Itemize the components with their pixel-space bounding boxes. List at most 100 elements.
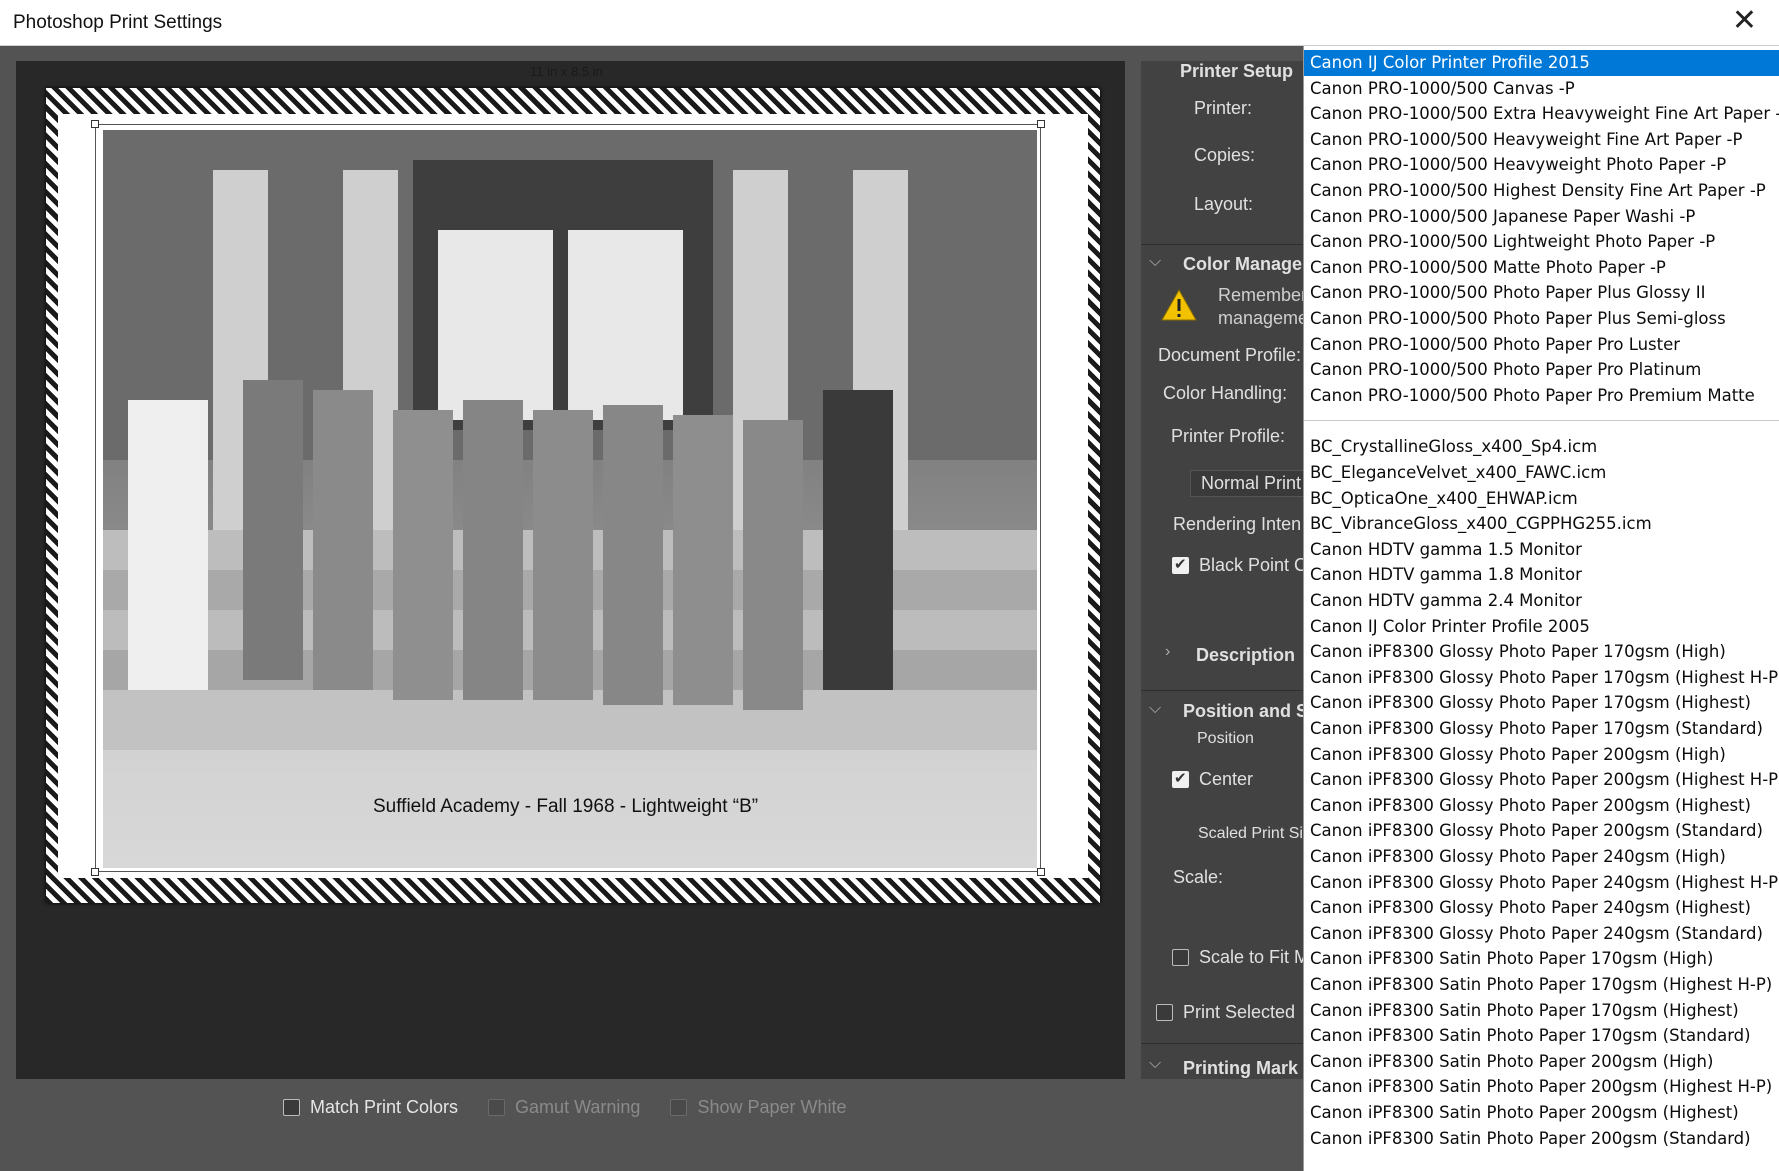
profile-option[interactable]: Canon iPF8300 Satin Photo Paper 200gsm (…	[1304, 1126, 1779, 1152]
profile-option[interactable]: Canon PRO-1000/500 Extra Heavyweight Fin…	[1304, 101, 1779, 127]
profile-option[interactable]: Canon PRO-1000/500 Photo Paper Pro Premi…	[1304, 383, 1779, 409]
checkbox-label: Gamut Warning	[515, 1097, 641, 1117]
profile-option[interactable]: Canon iPF8300 Glossy Photo Paper 200gsm …	[1304, 767, 1779, 793]
collapse-chevron-icon[interactable]: ⌵	[1149, 1055, 1161, 1073]
profile-option[interactable]: Canon iPF8300 Glossy Photo Paper 240gsm …	[1304, 921, 1779, 947]
checkbox-label: Match Print Colors	[310, 1097, 459, 1117]
preview-options: Match Print Colors Gamut Warning Show Pa…	[283, 1097, 847, 1118]
profile-option[interactable]: Canon iPF8300 Satin Photo Paper 200gsm (…	[1304, 1049, 1779, 1075]
profile-option[interactable]: Canon PRO-1000/500 Japanese Paper Washi …	[1304, 204, 1779, 230]
checkbox-icon[interactable]	[1156, 1004, 1173, 1021]
match-print-colors-checkbox[interactable]: Match Print Colors	[283, 1097, 458, 1118]
scale-label: Scale:	[1173, 867, 1224, 887]
resize-handle-bottom-right[interactable]	[1037, 868, 1045, 876]
description-heading[interactable]: Description	[1196, 645, 1295, 666]
profile-option[interactable]: Canon iPF8300 Glossy Photo Paper 200gsm …	[1304, 742, 1779, 768]
print-selected-area-checkbox[interactable]: Print Selected	[1156, 1002, 1295, 1023]
copies-label: Copies:	[1194, 145, 1256, 165]
paper-size-label: 11 in x 8.5 in	[530, 64, 603, 79]
collapse-chevron-icon[interactable]: ⌵	[1149, 253, 1161, 271]
show-paper-white-checkbox[interactable]: Show Paper White	[670, 1097, 847, 1118]
profile-option[interactable]: Canon iPF8300 Glossy Photo Paper 240gsm …	[1304, 844, 1779, 870]
profile-option[interactable]: Canon PRO-1000/500 Highest Density Fine …	[1304, 178, 1779, 204]
scale-to-fit-media-checkbox[interactable]: Scale to Fit M	[1172, 947, 1309, 968]
collapse-chevron-icon[interactable]: ⌵	[1149, 700, 1161, 718]
profile-option[interactable]: Canon IJ Color Printer Profile 2015	[1304, 50, 1779, 76]
profile-option[interactable]: Canon iPF8300 Satin Photo Paper 170gsm (…	[1304, 946, 1779, 972]
position-group-label: Position	[1197, 730, 1254, 747]
checkbox-icon[interactable]	[488, 1099, 506, 1116]
close-icon[interactable]: ✕	[1732, 6, 1757, 36]
gamut-warning-checkbox[interactable]: Gamut Warning	[488, 1097, 640, 1118]
profile-option[interactable]: Canon HDTV gamma 1.5 Monitor	[1304, 537, 1779, 563]
checkbox-label: Show Paper White	[697, 1097, 847, 1117]
printer-profile-label: Printer Profile:	[1171, 426, 1286, 446]
profile-option[interactable]: Canon iPF8300 Satin Photo Paper 170gsm (…	[1304, 972, 1779, 998]
checkbox-icon[interactable]	[1172, 769, 1189, 788]
profile-option[interactable]: Canon iPF8300 Satin Photo Paper 170gsm (…	[1304, 1023, 1779, 1049]
resize-handle-top-left[interactable]	[91, 120, 99, 128]
profile-option[interactable]: Canon iPF8300 Glossy Photo Paper 170gsm …	[1304, 665, 1779, 691]
profile-option[interactable]: Canon PRO-1000/500 Photo Paper Plus Glos…	[1304, 280, 1779, 306]
profile-option[interactable]: Canon HDTV gamma 1.8 Monitor	[1304, 562, 1779, 588]
checkbox-label: Center	[1199, 769, 1254, 789]
profile-option[interactable]: Canon iPF8300 Glossy Photo Paper 170gsm …	[1304, 639, 1779, 665]
profile-option[interactable]: BC_VibranceGloss_x400_CGPPHG255.icm	[1304, 511, 1779, 537]
layout-label: Layout:	[1194, 194, 1254, 214]
center-checkbox[interactable]: Center	[1172, 769, 1253, 790]
section-divider	[1141, 1043, 1306, 1044]
rendering-intent-label: Rendering Inten	[1173, 514, 1302, 534]
checkbox-icon[interactable]	[1172, 949, 1189, 966]
expand-chevron-icon[interactable]: ›	[1165, 643, 1170, 661]
resize-handle-top-right[interactable]	[1037, 120, 1045, 128]
profile-option[interactable]: Canon iPF8300 Glossy Photo Paper 240gsm …	[1304, 895, 1779, 921]
photo-bounding-box[interactable]	[95, 124, 1041, 872]
profile-option[interactable]: Canon PRO-1000/500 Photo Paper Pro Plati…	[1304, 357, 1779, 383]
profile-option[interactable]: Canon iPF8300 Satin Photo Paper 170gsm (…	[1304, 998, 1779, 1024]
printer-label: Printer:	[1194, 98, 1253, 118]
profile-option[interactable]: Canon iPF8300 Satin Photo Paper 200gsm (…	[1304, 1100, 1779, 1126]
color-management-heading[interactable]: Color Manage	[1183, 254, 1302, 275]
document-profile-label: Document Profile:	[1158, 345, 1302, 365]
position-and-size-heading[interactable]: Position and S	[1183, 701, 1308, 722]
profile-option[interactable]: Canon PRO-1000/500 Photo Paper Plus Semi…	[1304, 306, 1779, 332]
profile-option[interactable]: Canon PRO-1000/500 Photo Paper Pro Luste…	[1304, 332, 1779, 358]
warning-text-line2: manageme	[1218, 308, 1309, 328]
profile-option[interactable]: Canon iPF8300 Satin Photo Paper 200gsm (…	[1304, 1074, 1779, 1100]
profile-option[interactable]: Canon HDTV gamma 2.4 Monitor	[1304, 588, 1779, 614]
profile-option[interactable]: Canon IJ Color Printer Profile 2005	[1304, 614, 1779, 640]
section-divider	[1141, 244, 1306, 245]
resize-handle-bottom-left[interactable]	[91, 868, 99, 876]
profile-option[interactable]: Canon PRO-1000/500 Lightweight Photo Pap…	[1304, 229, 1779, 255]
profile-option[interactable]: Canon iPF8300 Glossy Photo Paper 170gsm …	[1304, 690, 1779, 716]
printing-marks-heading[interactable]: Printing Mark	[1183, 1058, 1298, 1079]
checkbox-label: Black Point C	[1199, 555, 1308, 575]
warning-icon	[1161, 288, 1197, 321]
checkbox-label: Print Selected	[1183, 1002, 1296, 1022]
profile-option[interactable]: BC_EleganceVelvet_x400_FAWC.icm	[1304, 460, 1779, 486]
profile-option[interactable]: Canon PRO-1000/500 Canvas -P	[1304, 76, 1779, 102]
profile-option[interactable]: Canon iPF8300 Glossy Photo Paper 170gsm …	[1304, 716, 1779, 742]
black-point-compensation-checkbox[interactable]: Black Point C	[1172, 555, 1307, 576]
printer-setup-heading: Printer Setup	[1180, 61, 1294, 81]
profile-option[interactable]: BC_OpticaOne_x400_EHWAP.icm	[1304, 486, 1779, 512]
section-divider	[1141, 690, 1306, 691]
profile-option[interactable]: Canon PRO-1000/500 Heavyweight Photo Pap…	[1304, 152, 1779, 178]
dropdown-separator	[1304, 420, 1779, 422]
printer-profile-dropdown-list[interactable]: Canon IJ Color Printer Profile 2015 Canon…	[1303, 46, 1779, 1171]
print-mode-select[interactable]: Normal Print	[1190, 470, 1313, 497]
checkbox-label: Scale to Fit M	[1199, 947, 1310, 967]
checkbox-icon[interactable]	[1172, 555, 1189, 574]
profile-option[interactable]: Canon PRO-1000/500 Heavyweight Fine Art …	[1304, 127, 1779, 153]
profile-option[interactable]: Canon iPF8300 Glossy Photo Paper 200gsm …	[1304, 793, 1779, 819]
scaled-print-size-label: Scaled Print Si	[1198, 825, 1303, 842]
checkbox-icon[interactable]	[670, 1099, 688, 1116]
profile-option[interactable]: Canon PRO-1000/500 Matte Photo Paper -P	[1304, 255, 1779, 281]
color-handling-label: Color Handling:	[1163, 383, 1288, 403]
profile-option[interactable]: Canon iPF8300 Glossy Photo Paper 240gsm …	[1304, 870, 1779, 896]
window-title: Photoshop Print Settings	[13, 12, 223, 33]
warning-text-line1: Remember	[1218, 285, 1308, 305]
profile-option[interactable]: Canon iPF8300 Glossy Photo Paper 200gsm …	[1304, 818, 1779, 844]
checkbox-icon[interactable]	[283, 1099, 300, 1116]
profile-option[interactable]: BC_CrystallineGloss_x400_Sp4.icm	[1304, 434, 1779, 460]
